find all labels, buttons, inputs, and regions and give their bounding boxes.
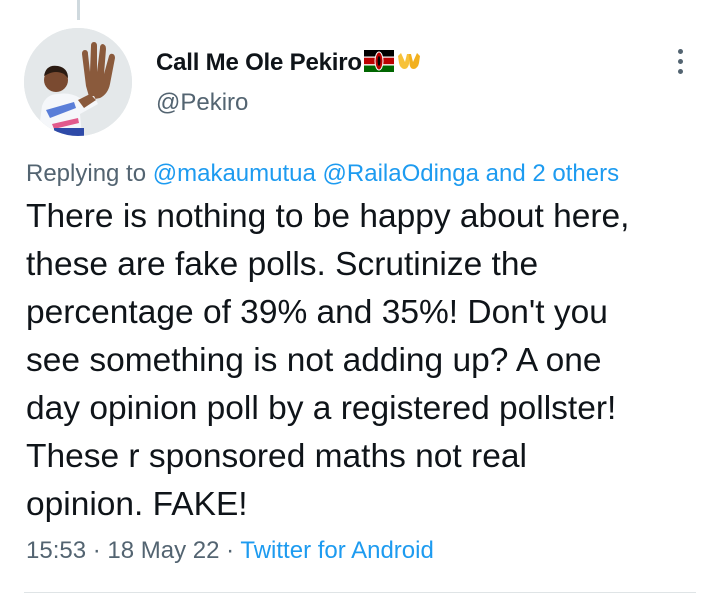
more-dot-icon <box>677 48 683 54</box>
raising-hands-icon <box>396 50 422 77</box>
meta-separator: · <box>226 537 235 564</box>
kenya-flag-icon <box>363 49 394 77</box>
more-dot-icon <box>677 68 683 74</box>
tweet-text-line: see something is not adding up? A one <box>26 342 602 379</box>
tweet-text-line: these are fake polls. Scrutinize the <box>26 246 539 283</box>
tweet-text-line: These r sponsored maths not real <box>26 438 527 475</box>
tweet-author[interactable]: Call Me Ole Pekiro @Pekiro <box>156 48 422 117</box>
tweet-source-link[interactable]: Twitter for Android <box>240 537 433 564</box>
tweet-text-line: percentage of 39% and 35%! Don't you <box>26 294 608 331</box>
meta-separator: · <box>92 537 101 564</box>
tweet-text: There is nothing to be happy about here,… <box>26 193 706 529</box>
reply-others-link[interactable]: and 2 others <box>486 160 619 187</box>
avatar[interactable] <box>24 28 132 136</box>
more-dot-icon <box>677 58 683 64</box>
tweet-text-line: day opinion poll by a registered pollste… <box>26 390 617 427</box>
tweet-time[interactable]: 15:53 <box>26 537 86 564</box>
author-display-name[interactable]: Call Me Ole Pekiro <box>156 49 362 77</box>
tweet-meta: 15:53 · 18 May 22 · Twitter for Android <box>26 537 434 565</box>
thread-connector-line <box>77 0 80 20</box>
tweet-text-line: opinion. FAKE! <box>26 486 248 523</box>
tweet-text-line: There is nothing to be happy about here, <box>26 198 630 235</box>
replying-prefix: Replying to <box>26 160 147 187</box>
reply-mention-railaodinga[interactable]: @RailaOdinga <box>323 160 479 187</box>
avatar-photo <box>24 28 132 136</box>
divider <box>24 592 696 593</box>
author-handle[interactable]: @Pekiro <box>156 89 422 117</box>
reply-mention-makaumutua[interactable]: @makaumutua <box>153 160 316 187</box>
display-name-row: Call Me Ole Pekiro <box>156 48 422 78</box>
more-options-button[interactable] <box>664 44 696 78</box>
tweet-date[interactable]: 18 May 22 <box>107 537 219 564</box>
replying-to-line: Replying to @makaumutua @RailaOdinga and… <box>26 160 619 188</box>
